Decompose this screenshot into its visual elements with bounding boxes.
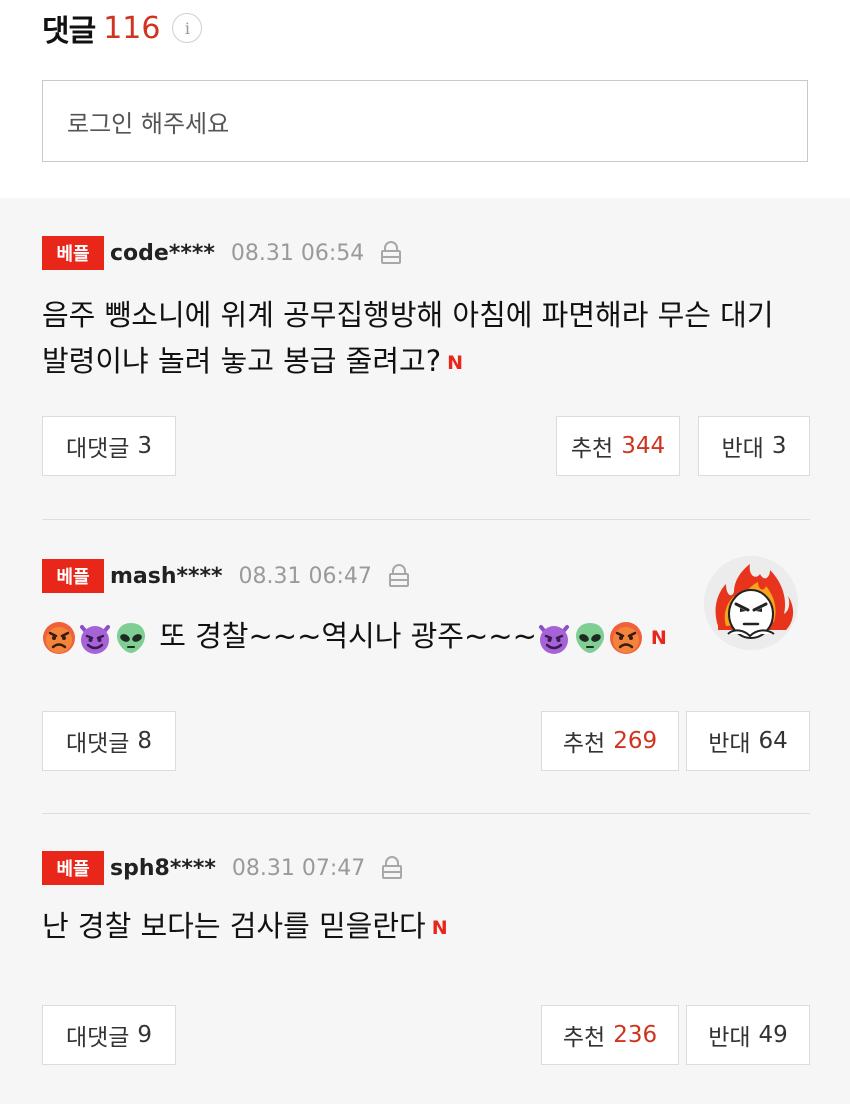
comment-divider <box>42 519 810 520</box>
smiling-devil-icon <box>80 625 110 654</box>
comment-user[interactable]: code**** <box>110 241 215 266</box>
best-badge: 베플 <box>42 236 104 270</box>
like-count: 269 <box>613 728 658 754</box>
comment-user[interactable]: sph8**** <box>110 856 216 881</box>
comment-actions: 대댓글 8 추천 269 반대 64 <box>42 711 810 771</box>
alien-icon <box>575 623 604 653</box>
dislike-label: 반대 <box>721 436 764 462</box>
angry-face-icon <box>43 622 75 654</box>
angry-face-icon <box>609 622 642 654</box>
avatar[interactable] <box>704 556 798 650</box>
reply-label: 대댓글 <box>65 731 130 757</box>
new-n-icon: N <box>447 352 464 374</box>
alien-icon <box>117 623 145 653</box>
comment-body: 또 경찰~~~역시나 광주~~~ N <box>42 613 810 661</box>
reply-count: 3 <box>137 433 153 459</box>
reply-count: 9 <box>137 1022 153 1048</box>
comment-title: 댓글 <box>42 14 96 49</box>
new-n-icon: N <box>431 917 448 939</box>
like-label: 추천 <box>570 436 614 462</box>
comment-meta: 베플 code**** 08.31 06:54 <box>42 236 810 270</box>
dislike-button[interactable]: 반대 49 <box>686 1005 810 1065</box>
lock-icon[interactable] <box>380 241 402 265</box>
comment-text: 음주 뺑소니에 위계 공무집행방해 아침에 파면해라 무슨 대기 발령이냐 놀려… <box>42 298 774 378</box>
comment-meta: 베플 mash**** 08.31 06:47 <box>42 559 810 593</box>
info-icon[interactable]: i <box>172 13 203 43</box>
reply-label: 대댓글 <box>65 1025 130 1051</box>
new-n-icon: N <box>650 627 667 649</box>
reply-count: 8 <box>137 728 153 754</box>
comment-count: 116 <box>103 10 161 46</box>
comment-meta: 베플 sph8**** 08.31 07:47 <box>42 851 810 885</box>
like-label: 추천 <box>562 1025 606 1051</box>
dislike-count: 49 <box>758 1022 788 1048</box>
dislike-button[interactable]: 반대 64 <box>686 711 810 771</box>
dislike-button[interactable]: 반대 3 <box>698 416 810 476</box>
comment-actions: 대댓글 9 추천 236 반대 49 <box>42 1005 810 1065</box>
comment-actions: 대댓글 3 추천 344 반대 3 <box>42 416 810 476</box>
smiling-devil-icon <box>538 625 569 654</box>
comment-time: 08.31 06:54 <box>230 240 365 266</box>
dislike-count: 64 <box>758 728 788 754</box>
like-button[interactable]: 추천 344 <box>556 416 680 476</box>
comment-list: 베플 code**** 08.31 06:54 음주 뺑소니에 위계 공무집행방… <box>0 198 850 1104</box>
lock-icon[interactable] <box>381 856 403 880</box>
reply-label: 대댓글 <box>65 436 130 462</box>
like-button[interactable]: 추천 236 <box>541 1005 679 1065</box>
comment-header: 댓글 116 i <box>42 6 203 50</box>
like-count: 344 <box>621 433 666 459</box>
comment-time: 08.31 06:47 <box>238 563 372 589</box>
reply-button[interactable]: 대댓글 8 <box>42 711 176 771</box>
comment-body: 난 경찰 보다는 검사를 믿을란다 N <box>42 903 810 951</box>
like-count: 236 <box>613 1022 658 1048</box>
reply-button[interactable]: 대댓글 9 <box>42 1005 176 1065</box>
comment-header-area: 댓글 116 i 로그인 해주세요 <box>0 0 850 198</box>
comment-text: 또 경찰~~~역시나 광주~~~ <box>159 619 537 653</box>
best-badge: 베플 <box>42 559 104 593</box>
comment-item: 베플 mash**** 08.31 06:47 또 경찰~~~역시나 광주~~~… <box>42 559 810 661</box>
dislike-count: 3 <box>771 433 787 459</box>
comment-time: 08.31 07:47 <box>231 855 366 881</box>
comment-divider <box>42 813 810 814</box>
login-prompt-input[interactable]: 로그인 해주세요 <box>42 80 808 162</box>
comment-body: 음주 뺑소니에 위계 공무집행방해 아침에 파면해라 무슨 대기 발령이냐 놀려… <box>42 292 810 386</box>
reply-button[interactable]: 대댓글 3 <box>42 416 176 476</box>
dislike-label: 반대 <box>708 731 751 757</box>
lock-icon[interactable] <box>388 564 410 588</box>
comment-text: 난 경찰 보다는 검사를 믿을란다 <box>42 909 426 943</box>
comment-item: 베플 sph8**** 08.31 07:47 난 경찰 보다는 검사를 믿을란… <box>42 851 810 951</box>
like-button[interactable]: 추천 269 <box>541 711 679 771</box>
comment-item: 베플 code**** 08.31 06:54 음주 뺑소니에 위계 공무집행방… <box>42 236 810 386</box>
comment-user[interactable]: mash**** <box>110 564 223 589</box>
best-badge: 베플 <box>42 851 104 885</box>
dislike-label: 반대 <box>708 1025 751 1051</box>
like-label: 추천 <box>562 731 606 757</box>
